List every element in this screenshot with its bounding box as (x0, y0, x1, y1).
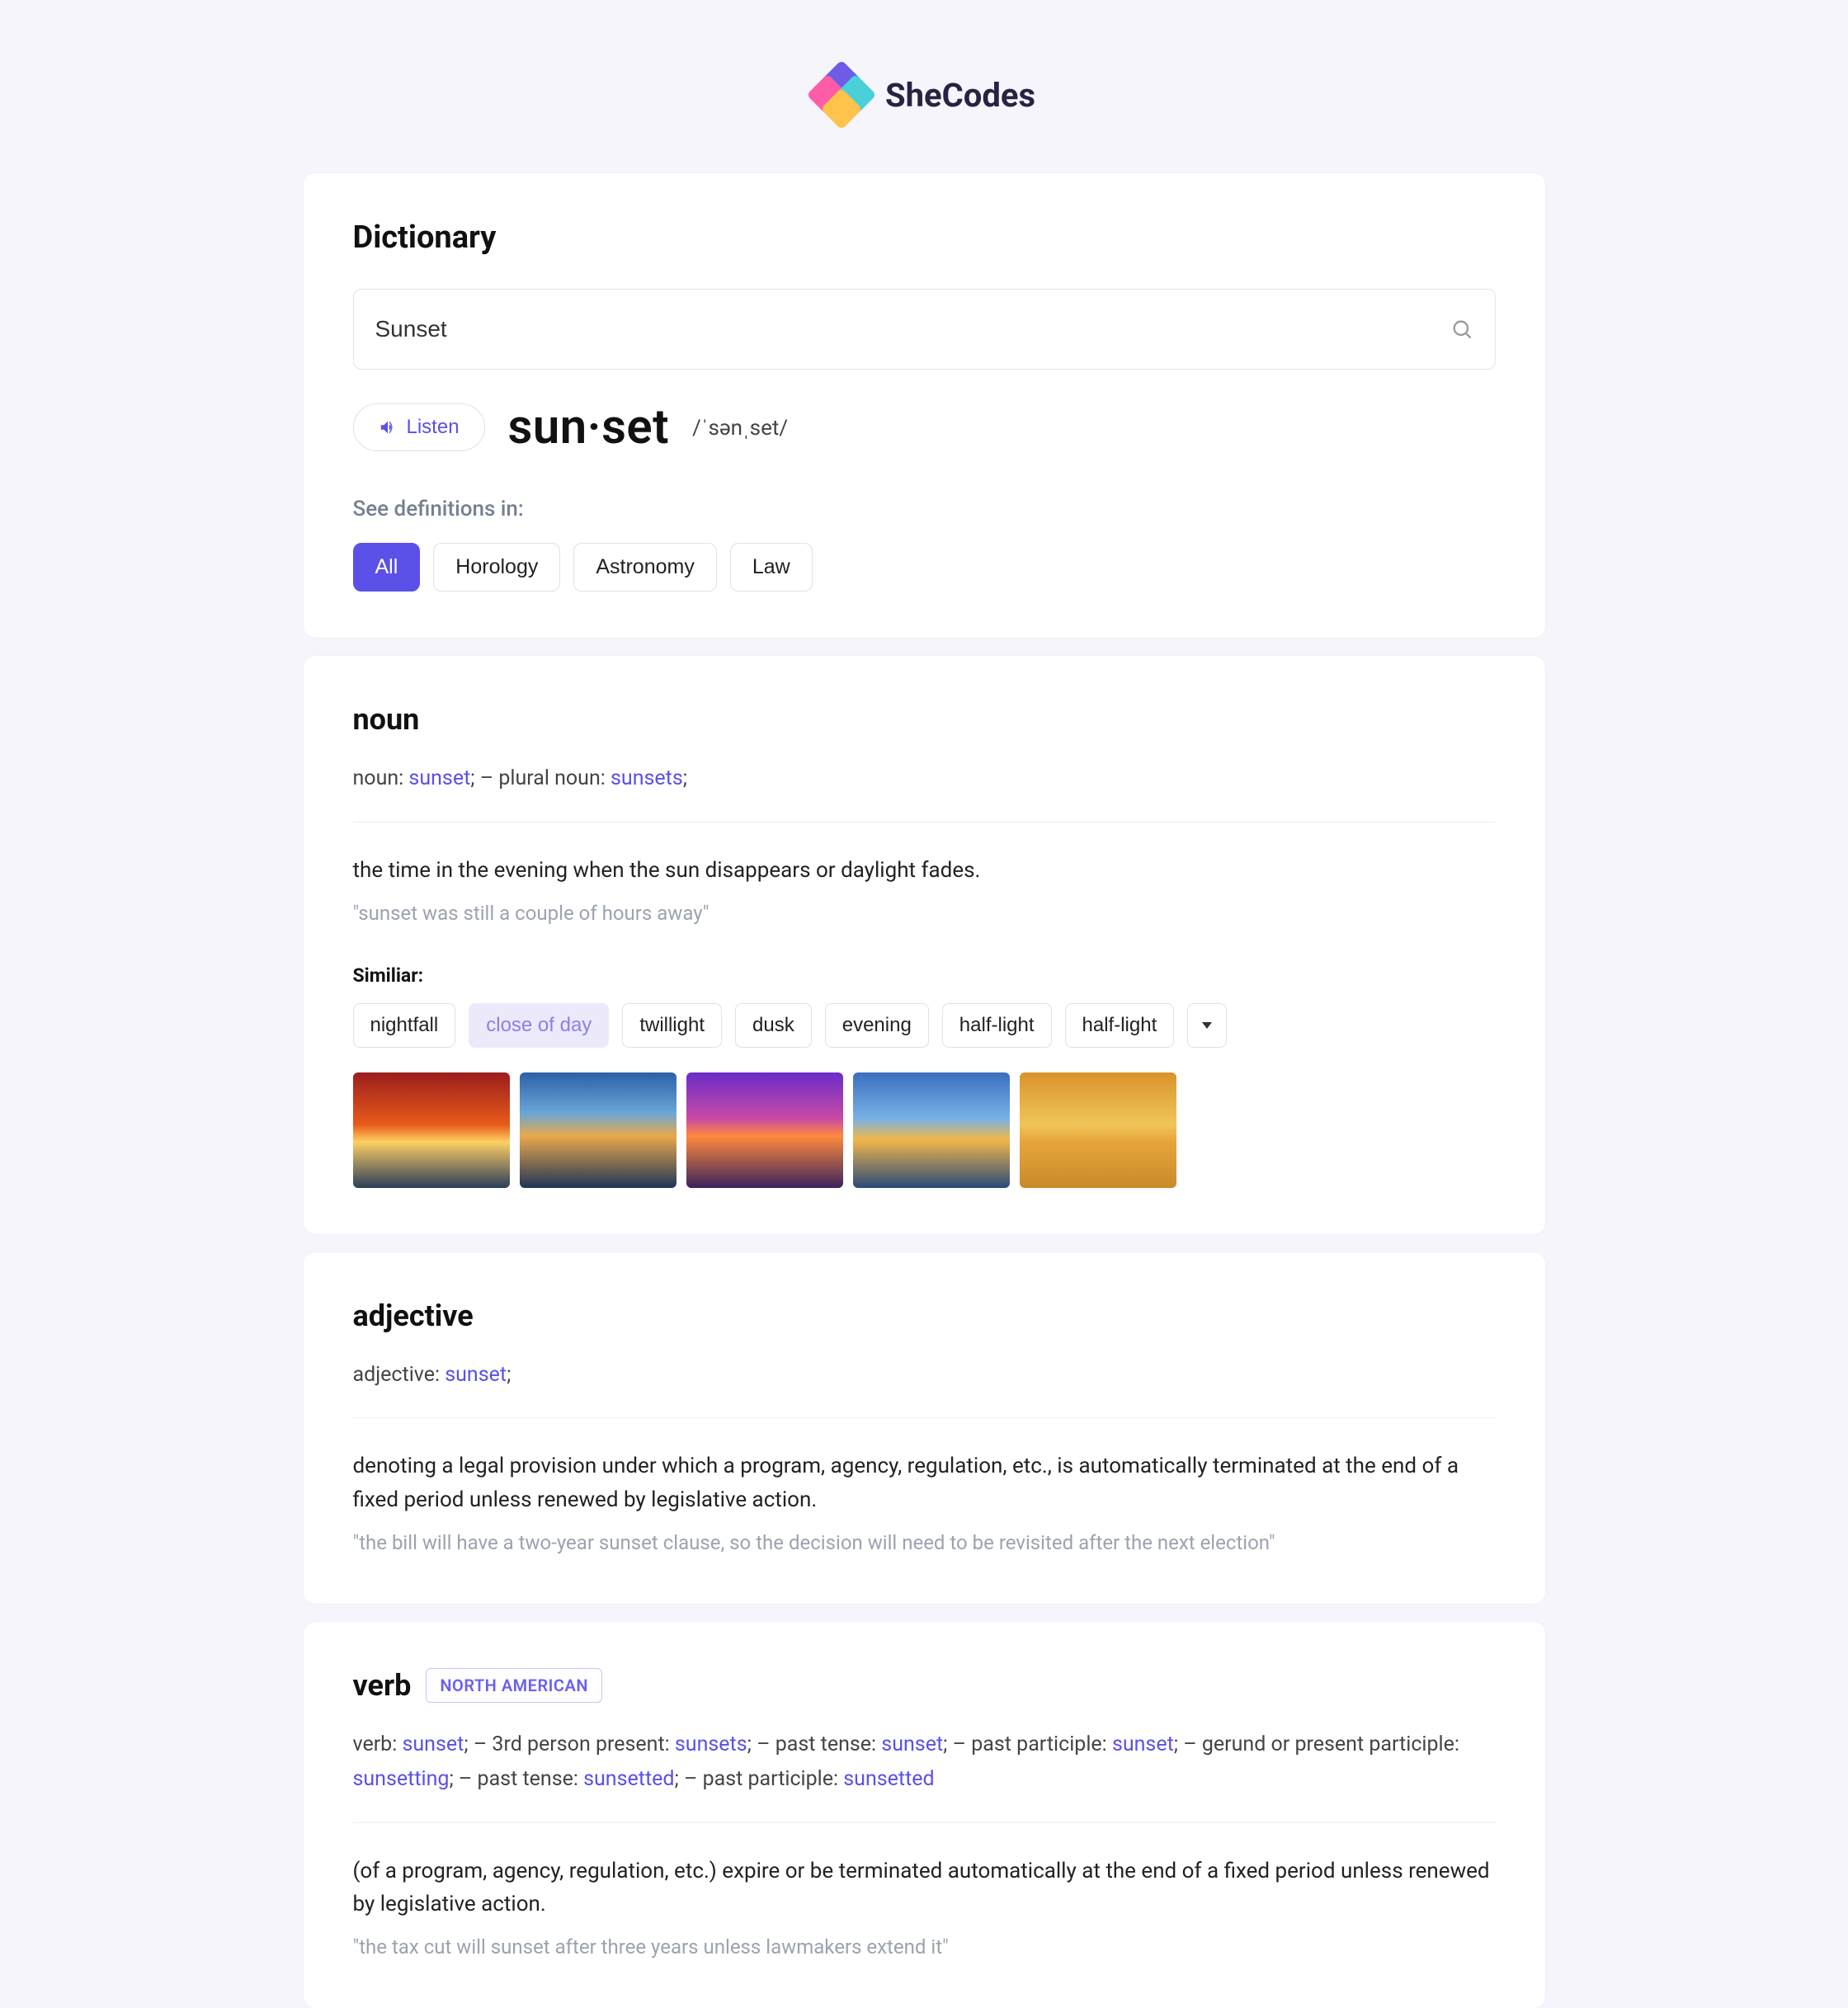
similar-pill[interactable]: nightfall (353, 1003, 456, 1048)
similar-pill[interactable]: close of day (469, 1003, 609, 1048)
image-thumbnail[interactable] (853, 1072, 1010, 1188)
definition-card-verb: verbNORTH AMERICAN verb: sunset; – 3rd pe… (304, 1622, 1545, 2008)
listen-label: Listen (407, 416, 460, 439)
example-text: "sunset was still a couple of hours away… (353, 898, 1496, 928)
example-text: "the tax cut will sunset after three yea… (353, 1932, 1496, 1962)
listen-button[interactable]: Listen (353, 403, 485, 451)
word-forms: verb: sunset; – 3rd person present: suns… (353, 1728, 1496, 1798)
page-title: Dictionary (353, 219, 1496, 256)
similar-pill[interactable]: dusk (735, 1003, 812, 1048)
filter-row: AllHorology Astronomy Law (353, 543, 1496, 592)
part-of-speech-heading: noun (353, 702, 1496, 737)
filter-label: See definitions in: (353, 497, 1496, 521)
expand-similar-button[interactable] (1187, 1003, 1227, 1048)
definition-text: the time in the evening when the sun dis… (353, 854, 1496, 887)
image-thumbnail[interactable] (353, 1072, 510, 1188)
part-of-speech-heading: verbNORTH AMERICAN (353, 1668, 1496, 1703)
filter-pill-all[interactable]: All (353, 543, 421, 592)
search-card: Dictionary Listen sun·set /ˈsənˌset/ See… (304, 173, 1545, 638)
chevron-down-icon (1202, 1022, 1212, 1029)
word-forms: adjective: sunset; (353, 1358, 1496, 1393)
similar-pill[interactable]: twillight (622, 1003, 722, 1048)
brand-header: SheCodes (304, 66, 1545, 124)
pronunciation: /ˈsənˌset/ (692, 415, 788, 441)
image-thumbnail[interactable] (686, 1072, 843, 1188)
definition-text: denoting a legal provision under which a… (353, 1449, 1496, 1516)
search-input[interactable] (375, 316, 1450, 342)
filter-pill-astronomy[interactable]: Astronomy (573, 543, 716, 592)
similar-label: Similiar: (353, 964, 1496, 987)
definition-text: (of a program, agency, regulation, etc.)… (353, 1855, 1496, 1921)
filter-pill-law[interactable]: Law (730, 543, 813, 592)
similar-pill[interactable]: evening (825, 1003, 929, 1048)
brand-name: SheCodes (885, 76, 1035, 115)
definition-card-noun: noun noun: sunset; – plural noun: sunsets… (304, 656, 1545, 1234)
search-field-wrap[interactable] (353, 289, 1496, 370)
speaker-icon (379, 418, 397, 436)
image-thumbnail[interactable] (520, 1072, 676, 1188)
example-text: "the bill will have a two-year sunset cl… (353, 1528, 1496, 1558)
definition-card-adjective: adjective adjective: sunset; denoting a le… (304, 1252, 1545, 1604)
image-thumbnails (353, 1072, 1496, 1188)
region-badge: NORTH AMERICAN (426, 1668, 602, 1703)
image-thumbnail[interactable] (1020, 1072, 1176, 1188)
search-icon[interactable] (1450, 318, 1473, 341)
part-of-speech-heading: adjective (353, 1299, 1496, 1333)
similar-pill[interactable]: half-light (942, 1003, 1052, 1048)
similar-pill[interactable]: half-light (1065, 1003, 1175, 1048)
filter-pill-horology[interactable]: Horology (433, 543, 560, 592)
headword: sun·set (508, 399, 670, 455)
similar-row: nightfall close of day twillight dusk evenin… (353, 1003, 1496, 1048)
word-forms: noun: sunset; – plural noun: sunsets; (353, 761, 1496, 797)
brand-logo-icon (813, 66, 870, 124)
